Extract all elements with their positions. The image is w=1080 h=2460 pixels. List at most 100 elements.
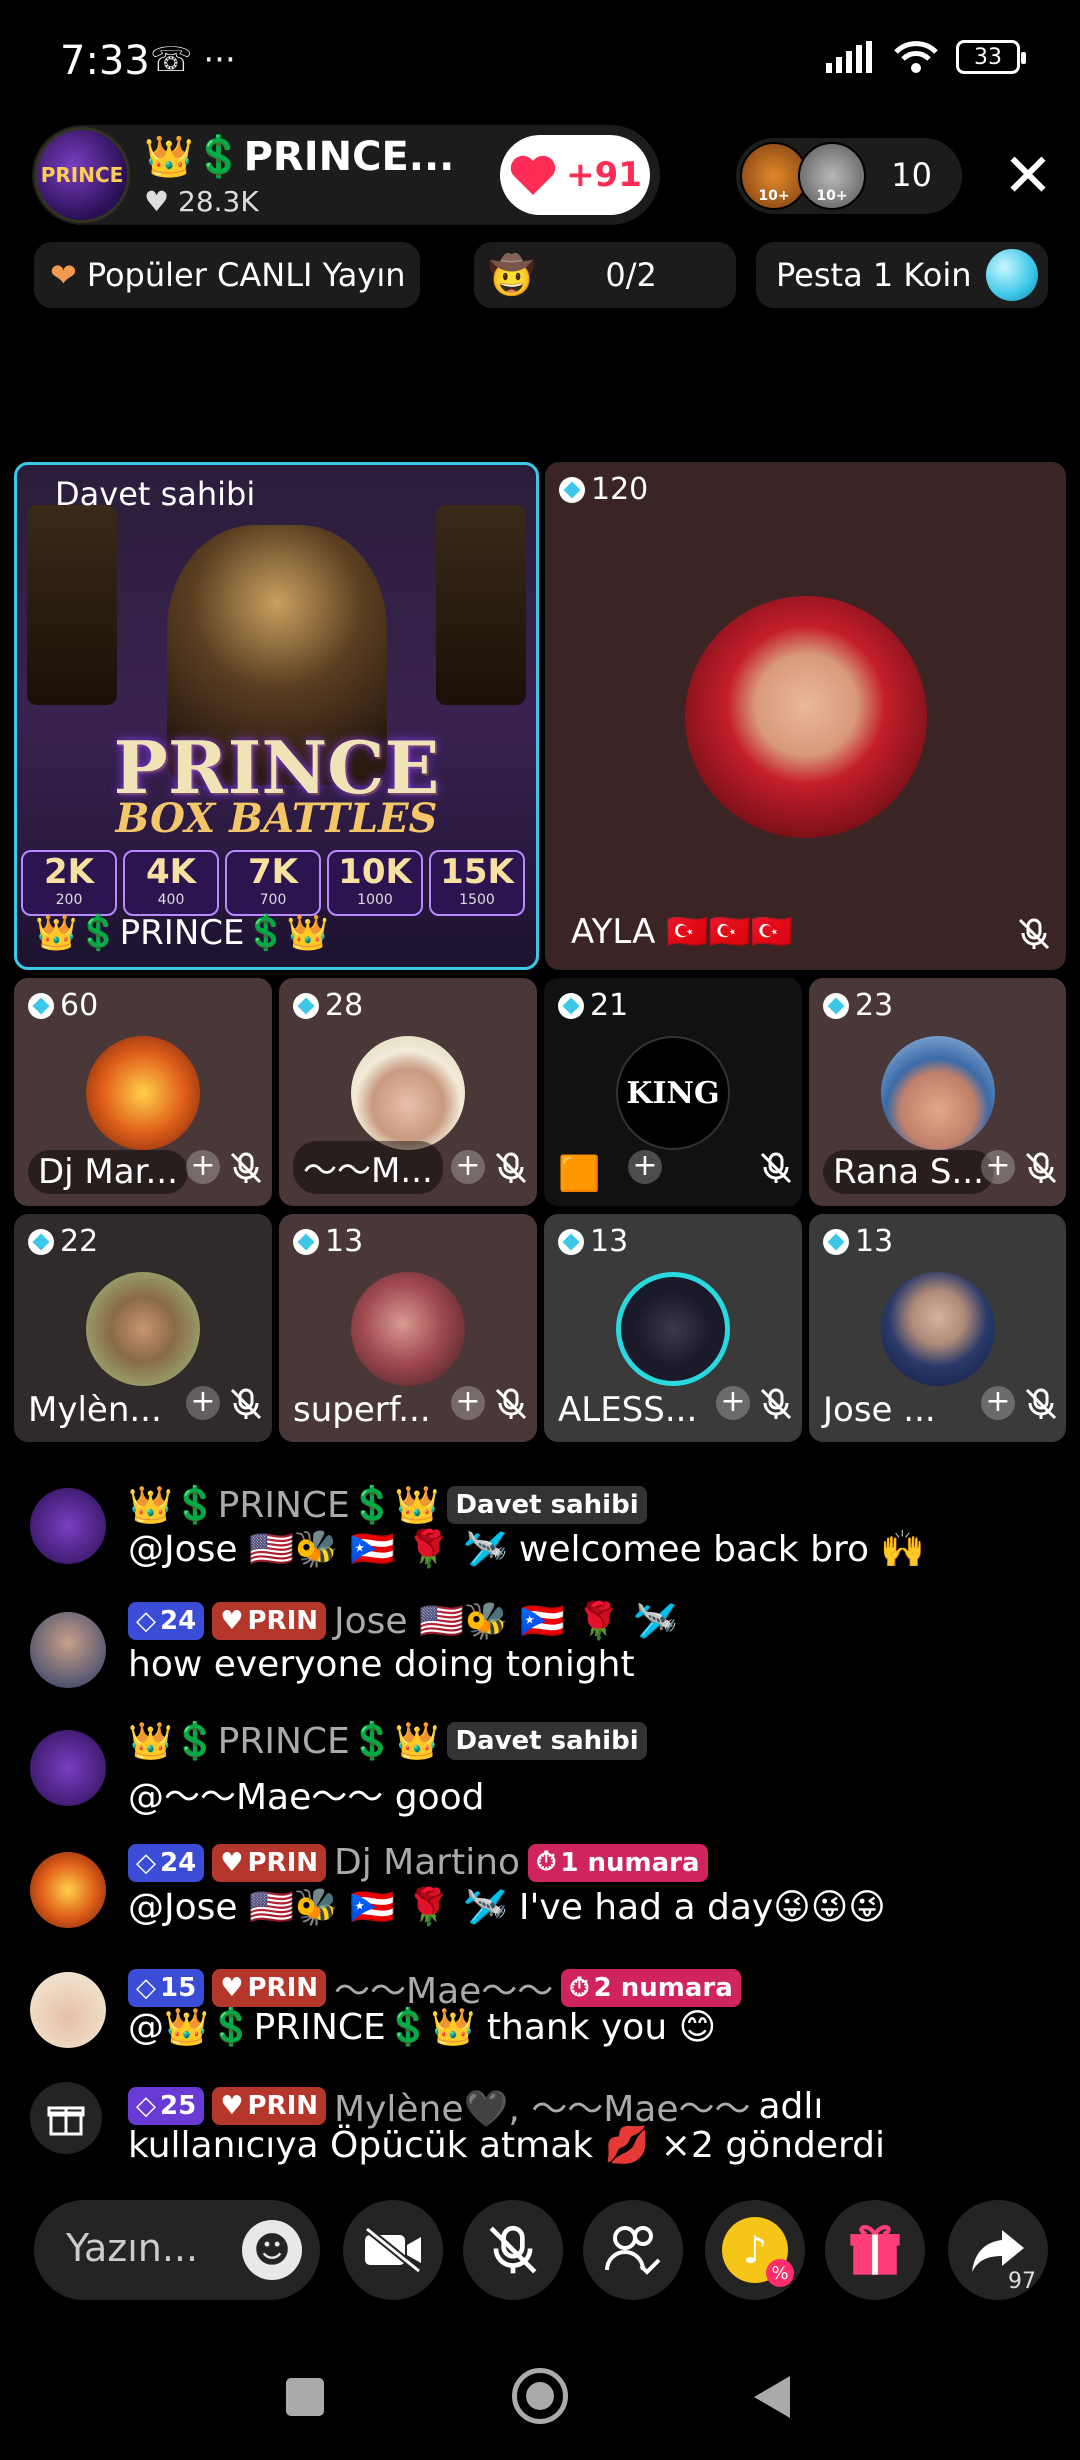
popular-live-chip[interactable]: ❤ Popüler CANLI Yayın [34, 242, 420, 308]
diamond-icon [558, 1228, 584, 1255]
chat-message[interactable]: 👑💲PRINCE💲👑 Davet sahibi @Jose 🇺🇸🐝 🇵🇷 🌹 🛩️… [30, 1484, 1060, 1594]
status-bar: 7:33 ☏ ··· 33 [0, 0, 1080, 120]
guest-tile[interactable]: 22 Mylèn... + [14, 1214, 272, 1442]
guest-name: AYLA 🇹🇷🇹🇷🇹🇷 [571, 912, 794, 952]
like-button[interactable]: +91 [500, 135, 650, 215]
chat-message[interactable]: 👑💲PRINCE💲👑 Davet sahibi @〜〜Mae〜〜 good [30, 1720, 1060, 1830]
guest-tile[interactable]: 13 ALESS... + [544, 1214, 802, 1442]
guest-avatar [881, 1272, 995, 1386]
guest-tile[interactable]: 60 Dj Mar... + [14, 978, 272, 1206]
chat-header: ◇ 24 ♥ PRIN Jose 🇺🇸🐝 🇵🇷 🌹 🛩️ [128, 1600, 677, 1642]
mic-muted-icon [760, 1388, 792, 1420]
gem-icon: ◇ [136, 2091, 156, 2121]
fan-club-badge: ♥ PRIN [212, 1969, 327, 2007]
guest-tile[interactable]: 28 〜〜M... + [279, 978, 537, 1206]
chat-message[interactable]: ◇ 24 ♥ PRIN Dj Martino ⏱ 1 numara @Jose 🇺🇸🐝 🇵🇷… [30, 1842, 1060, 1952]
camera-off-button[interactable] [343, 2200, 443, 2300]
gift-text-suffix: adlı [758, 2085, 824, 2127]
fan-club-badge: ♥ PRIN [212, 2087, 327, 2125]
guest-tile[interactable]: 13 superf... + [279, 1214, 537, 1442]
guest-name: ALESS... [558, 1390, 698, 1430]
status-extra-icons: ☏ ··· [150, 40, 236, 80]
share-button[interactable]: 97 [948, 2200, 1048, 2300]
guest-avatar [86, 1036, 200, 1150]
add-friend-button[interactable]: + [716, 1386, 750, 1420]
host-likes: ♥ 28.3K [144, 185, 259, 218]
add-friend-button[interactable]: + [186, 1150, 220, 1184]
guest-slot-count: 0/2 [605, 256, 657, 294]
guest-avatar [685, 596, 927, 838]
chat-avatar[interactable] [30, 1972, 106, 2048]
share-arrow-icon [972, 2230, 1024, 2272]
viewer-avatar[interactable]: 10+ [798, 142, 866, 210]
guest-tile-ayla[interactable]: 120 AYLA 🇹🇷🇹🇷🇹🇷 [545, 462, 1066, 970]
guest-name: Mylèn... [28, 1390, 162, 1430]
guest-slot-chip[interactable]: 🤠 0/2 [474, 242, 736, 308]
chat-username: Jose 🇺🇸🐝 🇵🇷 🌹 🛩️ [334, 1601, 678, 1642]
level-badge: ◇ 15 [128, 1969, 205, 2007]
add-friend-button[interactable]: + [451, 1386, 485, 1420]
clock-icon: ⏱ [536, 1847, 557, 1877]
gift-button[interactable] [825, 2200, 925, 2300]
guests-button[interactable] [583, 2200, 683, 2300]
mic-muted-icon [1025, 1388, 1057, 1420]
gift-icon [850, 2225, 900, 2275]
promo-button[interactable]: ♪% [705, 2200, 805, 2300]
gift-message[interactable]: ◇ 25 ♥ PRIN Mylène🖤, 〜〜Mae〜〜 adlı kullanıcıya… [30, 2080, 1060, 2190]
mic-off-button[interactable] [463, 2200, 563, 2300]
add-friend-button[interactable]: + [451, 1150, 485, 1184]
emoji-icon[interactable]: ☻ [242, 2220, 302, 2280]
viewers-pill[interactable]: 10+ 10+ 10 [736, 138, 962, 214]
tier-box: 10K 1000 [327, 850, 423, 916]
chat-avatar[interactable] [30, 1730, 106, 1806]
heart-badge-icon: ♥ [220, 2091, 244, 2121]
diamond-icon [823, 1228, 849, 1255]
home-icon[interactable] [512, 2368, 568, 2424]
comment-input[interactable]: Yazın... ☻ [34, 2200, 320, 2300]
diamond-icon [293, 992, 319, 1019]
host-video-tile[interactable]: PRINCE BOX BATTLES 2K 200 4K 400 7K 700 10K… [14, 462, 539, 970]
chat-header: 👑💲PRINCE💲👑 Davet sahibi [128, 1720, 647, 1762]
chat-text: @Jose 🇺🇸🐝 🇵🇷 🌹 🛩️ welcomee back bro 🙌 [128, 1529, 926, 1570]
status-time: 7:33 [60, 38, 150, 84]
diamond-icon [558, 992, 584, 1019]
guest-score-badge: 21 [558, 988, 628, 1023]
host-info-pill[interactable]: PRINCE 👑💲PRINCE... ♥ 28.3K +91 [32, 125, 660, 225]
chat-username: Dj Martino [334, 1842, 521, 1883]
guest-score-badge: 13 [293, 1224, 363, 1259]
tier-box: 15K 1500 [429, 850, 525, 916]
chat-username: 👑💲PRINCE💲👑 [128, 1721, 440, 1762]
chat-text: how everyone doing tonight [128, 1644, 635, 1685]
close-icon[interactable]: ✕ [1000, 146, 1056, 206]
pesta-coin-chip[interactable]: Pesta 1 Koin [756, 242, 1048, 308]
chat-avatar[interactable] [30, 1488, 106, 1564]
chat-message[interactable]: ◇ 24 ♥ PRIN Jose 🇺🇸🐝 🇵🇷 🌹 🛩️ how everyone do… [30, 1600, 1060, 1710]
diamond-icon [293, 1228, 319, 1255]
add-friend-button[interactable]: + [981, 1150, 1015, 1184]
clock-icon: ⏱ [569, 1972, 590, 2003]
chat-username: 👑💲PRINCE💲👑 [128, 1485, 440, 1526]
host-avatar[interactable]: PRINCE [34, 127, 130, 223]
guest-tile[interactable]: 21 KING 🟧 + [544, 978, 802, 1206]
gem-icon: ◇ [136, 1973, 156, 2003]
heart-icon [510, 155, 556, 195]
rank-badge: ⏱ 2 numara [561, 1969, 741, 2007]
chat-message[interactable]: ◇ 15 ♥ PRIN 〜〜Mae〜〜 ⏱ 2 numara @👑💲PRINCE💲👑 tha… [30, 1962, 1060, 2072]
guest-tile[interactable]: 13 Jose ... + [809, 1214, 1066, 1442]
banner-tier-row: 2K 200 4K 400 7K 700 10K 1000 15K 1500 [21, 850, 525, 916]
back-icon[interactable] [752, 2374, 792, 2420]
add-friend-button[interactable]: + [628, 1150, 662, 1184]
share-count: 97 [1008, 2269, 1036, 2294]
chat-avatar[interactable] [30, 1612, 106, 1688]
chat-text: @Jose 🇺🇸🐝 🇵🇷 🌹 🛩️ I've had a day😜😜😜 [128, 1887, 886, 1928]
add-friend-button[interactable]: + [186, 1386, 220, 1420]
recent-apps-icon[interactable] [286, 2378, 324, 2416]
guest-tile[interactable]: 23 Rana S... + [809, 978, 1066, 1206]
banner-lion-left [27, 505, 117, 705]
chat-text: @〜〜Mae〜〜 good [128, 1777, 485, 1818]
chat-avatar[interactable] [30, 1852, 106, 1928]
popular-live-label: Popüler CANLI Yayın [86, 256, 406, 294]
level-badge: ◇ 25 [128, 2087, 205, 2125]
add-friend-button[interactable]: + [981, 1386, 1015, 1420]
mic-off-icon [489, 2225, 537, 2274]
